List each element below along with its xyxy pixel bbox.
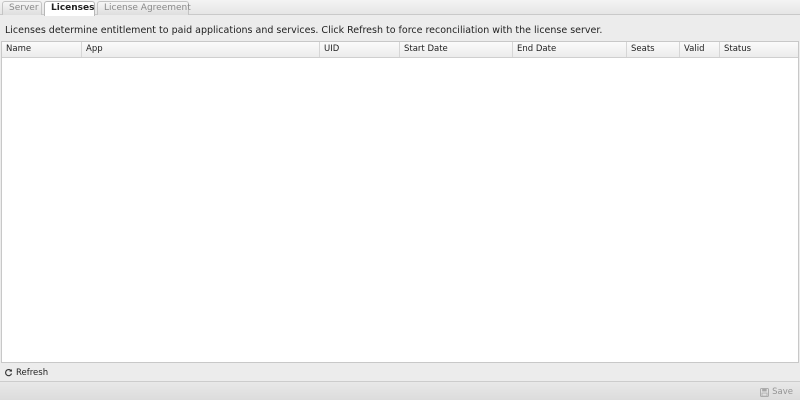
save-button[interactable]: Save <box>760 386 793 398</box>
description-row: Licenses determine entitlement to paid a… <box>0 16 800 41</box>
floppy-disk-icon <box>760 387 770 397</box>
column-header-uid[interactable]: UID <box>320 42 400 57</box>
column-header-end-date[interactable]: End Date <box>513 42 627 57</box>
tab-server[interactable]: Server <box>2 1 42 15</box>
tab-licenses[interactable]: Licenses <box>44 1 95 16</box>
refresh-button[interactable]: Refresh <box>4 366 48 379</box>
column-header-name[interactable]: Name <box>2 42 82 57</box>
column-header-start-date[interactable]: Start Date <box>400 42 513 57</box>
column-header-valid[interactable]: Valid <box>680 42 720 57</box>
tab-license-agreement[interactable]: License Agreement <box>97 1 191 15</box>
license-manager-panel: Server Licenses License Agreement Licens… <box>0 0 800 400</box>
refresh-label: Refresh <box>16 367 49 378</box>
tab-bar: Server Licenses License Agreement <box>0 0 800 16</box>
column-header-app[interactable]: App <box>82 42 320 57</box>
grid-body[interactable] <box>2 58 798 362</box>
description-text: Licenses determine entitlement to paid a… <box>5 25 603 36</box>
licenses-grid[interactable]: Name App UID Start Date End Date Seats V… <box>1 41 799 363</box>
column-header-status[interactable]: Status <box>720 42 798 57</box>
save-label: Save <box>772 387 793 397</box>
grid-header: Name App UID Start Date End Date Seats V… <box>2 42 798 58</box>
footer-bar: Save <box>0 381 800 400</box>
column-header-seats[interactable]: Seats <box>627 42 680 57</box>
refresh-icon <box>4 368 13 377</box>
grid-toolbar: Refresh <box>0 363 800 381</box>
